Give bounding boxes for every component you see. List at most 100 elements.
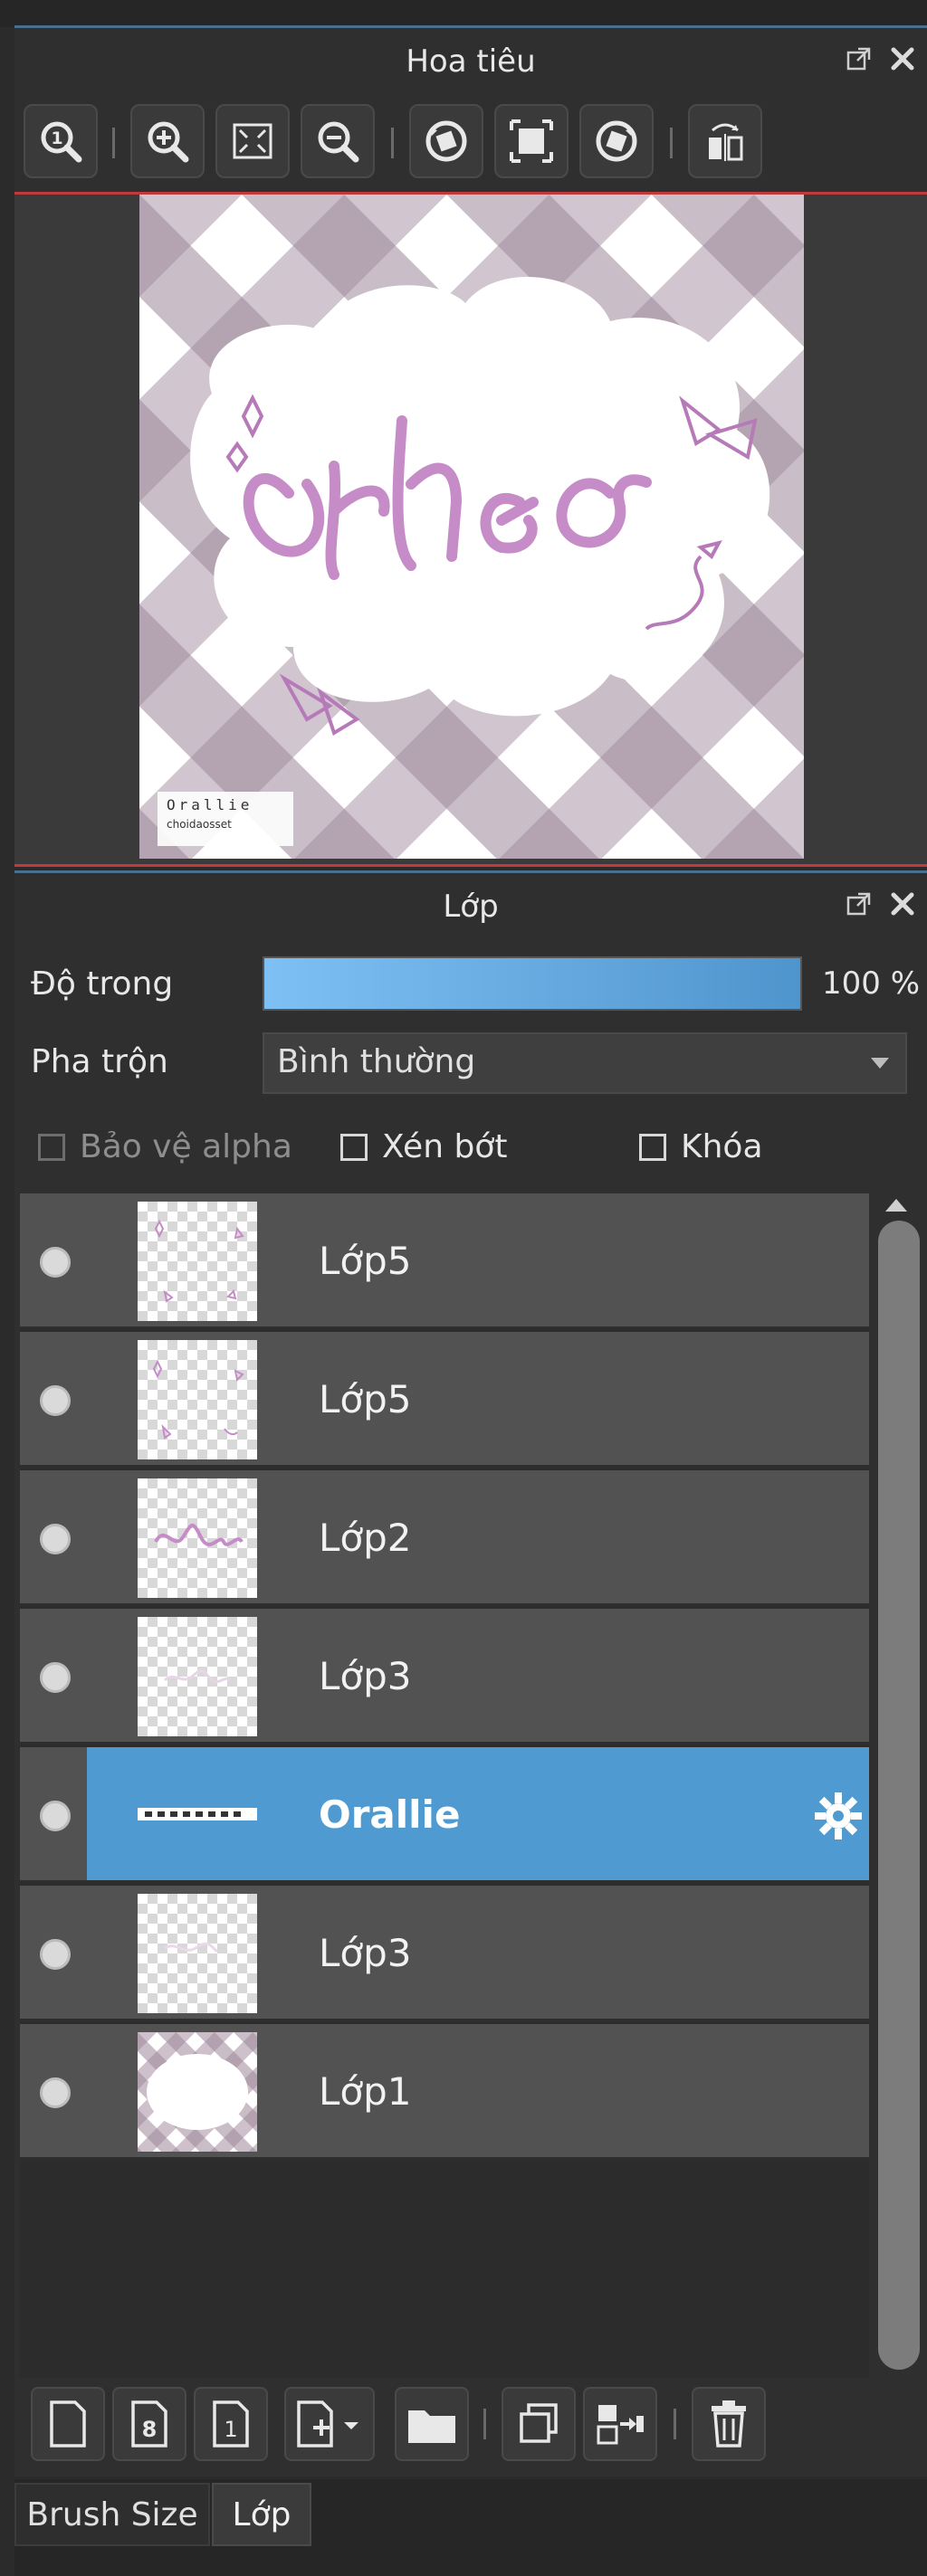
popout-icon[interactable] (846, 44, 873, 71)
layer-thumbnail (138, 1755, 257, 1875)
scrollbar-thumb[interactable] (878, 1221, 920, 2370)
canvas-preview[interactable]: Orallie choidaosset (139, 195, 804, 859)
navigator-view[interactable]: Orallie choidaosset (14, 192, 927, 867)
clipping-checkbox[interactable]: Xén bớt (340, 1128, 507, 1165)
toolbar-separator (112, 128, 115, 158)
zoom-in-icon (148, 121, 189, 163)
new-layer-button[interactable] (31, 2387, 105, 2461)
new-folder-button[interactable] (395, 2387, 469, 2461)
duplicate-layer-button[interactable] (502, 2387, 576, 2461)
new-1bit-layer-button[interactable]: 1 (194, 2387, 268, 2461)
layer-list-scrollbar[interactable] (871, 1193, 922, 2402)
layer-name: Lớp3 (319, 1931, 412, 1975)
visibility-toggle[interactable] (40, 1939, 71, 1970)
new-1bit-layer-icon: 1 (213, 2400, 249, 2448)
layer-name: Lớp3 (319, 1654, 412, 1698)
visibility-toggle[interactable] (40, 1524, 71, 1554)
layer-thumbnail (138, 1202, 257, 1321)
add-layer-dropdown-icon (297, 2400, 358, 2448)
toolbar-separator (483, 2409, 486, 2439)
layer-thumbnail (138, 2032, 257, 2152)
new-folder-icon (408, 2410, 455, 2443)
close-icon[interactable] (889, 44, 916, 71)
layer-row[interactable]: Lớp3 (20, 1609, 869, 1744)
artwork-preview-image: Orallie choidaosset (139, 195, 804, 859)
layer-panel: Độ trong 100 % Pha trộn Bình thường Bảo … (14, 938, 927, 2476)
popout-icon[interactable] (846, 889, 873, 917)
chevron-down-icon (871, 1058, 889, 1069)
layer-bottom-toolbar: 8 1 (14, 2378, 927, 2472)
layer-row-selected[interactable]: Orallie (20, 1747, 869, 1883)
blend-mode-value: Bình thường (277, 1043, 476, 1080)
layer-row[interactable]: Lớp5 (20, 1193, 869, 1329)
toolbar-separator (670, 128, 673, 158)
flip-horizontal-icon (709, 123, 743, 161)
new-layer-icon (50, 2400, 86, 2448)
visibility-toggle[interactable] (40, 1801, 71, 1831)
layer-name: Lớp5 (319, 1239, 412, 1283)
toolbar-separator (391, 128, 394, 158)
toolbar-separator (674, 2409, 676, 2439)
zoom-out-button[interactable] (301, 104, 375, 178)
blend-mode-label: Pha trộn (31, 1043, 168, 1080)
rotate-left-icon (425, 120, 467, 162)
lock-label: Khóa (681, 1128, 763, 1165)
layer-name: Lớp1 (319, 2069, 412, 2114)
flip-horizontal-button[interactable] (688, 104, 762, 178)
layer-row[interactable]: Lớp5 (20, 1332, 869, 1468)
visibility-toggle[interactable] (40, 1385, 71, 1416)
merge-down-icon (597, 2405, 644, 2445)
zoom-in-button[interactable] (130, 104, 205, 178)
gear-icon[interactable] (813, 1791, 864, 1845)
clipping-label: Xén bớt (382, 1128, 508, 1165)
zoom-actual-size-icon: 1 (41, 121, 82, 163)
add-layer-dropdown-button[interactable] (284, 2387, 375, 2461)
opacity-value: 100 % (822, 965, 921, 1002)
new-8bit-layer-button[interactable]: 8 (112, 2387, 186, 2461)
navigator-panel-header: Hoa tiêu (14, 25, 927, 95)
layer-name: Lớp5 (319, 1377, 412, 1421)
panel-tabs: Brush Size Lớp (14, 2479, 927, 2576)
close-icon[interactable] (889, 889, 916, 917)
fit-to-window-button[interactable] (215, 104, 290, 178)
watermark-line-2: choidaosset (167, 818, 232, 831)
rotate-right-button[interactable] (579, 104, 654, 178)
protect-alpha-checkbox[interactable]: Bảo vệ alpha (38, 1128, 292, 1165)
layer-panel-title: Lớp (443, 889, 499, 925)
layer-thumbnail (138, 1617, 257, 1736)
delete-layer-button[interactable] (692, 2387, 766, 2461)
zoom-out-icon (318, 121, 359, 163)
layer-panel-header: Lớp (14, 870, 927, 940)
layer-thumbnail (138, 1478, 257, 1598)
tab-layer[interactable]: Lớp (212, 2483, 311, 2546)
layer-row[interactable]: Lớp1 (20, 2024, 869, 2160)
protect-alpha-label: Bảo vệ alpha (80, 1128, 292, 1165)
tab-brush-size[interactable]: Brush Size (14, 2483, 210, 2546)
layer-row[interactable]: Lớp3 (20, 1886, 869, 2021)
zoom-actual-size-button[interactable]: 1 (24, 104, 98, 178)
lock-checkbox[interactable]: Khóa (639, 1128, 763, 1165)
rotate-left-button[interactable] (409, 104, 483, 178)
merge-down-button[interactable] (583, 2387, 657, 2461)
layer-thumbnail (138, 1340, 257, 1459)
delete-layer-icon (712, 2400, 746, 2448)
checkbox-box (340, 1133, 368, 1161)
reset-view-button[interactable] (494, 104, 569, 178)
blend-mode-select[interactable]: Bình thường (263, 1032, 907, 1094)
scroll-up-arrow-icon[interactable] (885, 1199, 907, 1212)
visibility-toggle[interactable] (40, 1662, 71, 1693)
checkbox-box (639, 1133, 666, 1161)
new-8bit-layer-icon: 8 (131, 2400, 167, 2448)
rotate-right-icon (596, 120, 637, 162)
layer-list[interactable]: Lớp5 Lớp5 Lớp2 Lớp3 Orallie Lớp3 Lớp1 (20, 1193, 869, 2402)
watermark-line-1: Orallie (167, 796, 253, 813)
layer-row[interactable]: Lớp2 (20, 1470, 869, 1606)
fit-to-window-icon (233, 123, 272, 159)
tab-layer-label: Lớp (232, 2495, 291, 2533)
opacity-slider[interactable] (263, 956, 802, 1011)
svg-text:1: 1 (51, 128, 62, 148)
layer-name: Orallie (319, 1792, 461, 1837)
visibility-toggle[interactable] (40, 1247, 71, 1278)
checkbox-box (38, 1133, 65, 1161)
visibility-toggle[interactable] (40, 2077, 71, 2108)
